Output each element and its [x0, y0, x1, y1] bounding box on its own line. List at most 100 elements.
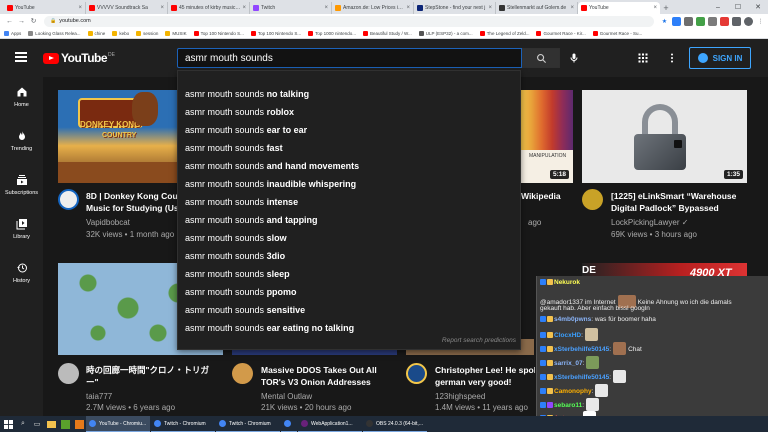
browser-tab[interactable]: 45 minutes of kirby music to × — [168, 2, 250, 14]
bookmark-item[interactable]: ULP (ESP32) - a com... — [418, 30, 473, 36]
search-suggestion-item[interactable]: asmr mouth sounds ppomo — [185, 283, 515, 301]
tab-close-icon[interactable]: × — [653, 5, 657, 11]
task-view-icon[interactable]: ▭ — [30, 416, 44, 432]
extension-icon-5[interactable] — [720, 16, 729, 26]
tab-close-icon[interactable]: × — [488, 5, 492, 11]
bookmark-item[interactable]: Gourmet Race - Kir... — [536, 30, 586, 36]
tab-close-icon[interactable]: × — [406, 5, 410, 11]
sidebar-item-history[interactable]: History — [0, 253, 43, 297]
report-search-predictions-link[interactable]: Report search predictions — [442, 337, 516, 344]
windows-start-icon[interactable] — [0, 416, 16, 432]
menu-dots-icon[interactable]: ⋮ — [756, 17, 765, 26]
extension-icon-2[interactable] — [684, 16, 693, 26]
youtube-logo[interactable]: YouTube DE — [43, 51, 115, 65]
chat-username[interactable]: xSterbehilfe50145 — [554, 346, 609, 353]
search-suggestion-item[interactable]: asmr mouth sounds slow — [185, 229, 515, 247]
chat-username[interactable]: ClocxHD — [554, 332, 581, 339]
search-icon[interactable]: ⌕ — [16, 416, 30, 432]
bookmark-item[interactable]: chine — [87, 30, 105, 36]
search-suggestion-item[interactable]: asmr mouth sounds sensitive — [185, 301, 515, 319]
bookmark-item[interactable]: MUSIK — [165, 30, 187, 36]
new-tab-button[interactable]: + — [660, 2, 672, 14]
browser-tab[interactable]: YouTube × — [4, 2, 86, 14]
video-title[interactable]: Massive DDOS Takes Out All — [261, 364, 377, 376]
channel-name[interactable]: taia777 — [86, 391, 112, 402]
channel-avatar[interactable] — [58, 363, 79, 384]
channel-name[interactable]: 123highspeed — [435, 391, 485, 402]
chat-username[interactable]: Camonophy — [554, 388, 592, 395]
video-thumbnail-1[interactable]: DONKEY KONG COUNTRY — [58, 90, 178, 183]
search-suggestion-item[interactable]: asmr mouth sounds no talking — [185, 85, 515, 103]
taskbar-app-button[interactable]: WebApplication1... — [298, 416, 362, 432]
bookmark-item[interactable]: Top 1000 nintendo... — [308, 30, 356, 36]
channel-avatar[interactable] — [406, 363, 427, 384]
hamburger-menu-icon[interactable] — [15, 52, 27, 62]
search-suggestion-item[interactable]: asmr mouth sounds fast — [185, 139, 515, 157]
back-icon[interactable]: ← — [4, 16, 15, 27]
taskbar-app-button[interactable]: OBS 24.0.3 (64-bit,... — [363, 416, 427, 432]
channel-avatar[interactable] — [582, 189, 603, 210]
video-title[interactable]: Digital Padlock” Bypassed — [611, 202, 719, 214]
sidebar-item-library[interactable]: Library — [0, 209, 43, 253]
search-suggestion-item[interactable]: asmr mouth sounds and tapping — [185, 211, 515, 229]
browser-tab[interactable]: Amazon.de: Low Prices in E × — [332, 2, 414, 14]
video-title[interactable]: TOR's V3 Onion Addresses — [261, 376, 371, 388]
bookmark-item[interactable]: Apps — [4, 30, 21, 36]
app-icon-green[interactable] — [58, 416, 72, 432]
browser-tab[interactable]: Twitch × — [250, 2, 332, 14]
bookmark-item[interactable]: The Legend of Zeld... — [479, 30, 529, 36]
video-title[interactable]: ー" — [86, 376, 99, 388]
bookmark-item[interactable]: kebo — [112, 30, 129, 36]
browser-tab[interactable]: YouTube × — [578, 2, 660, 14]
video-thumbnail-2[interactable]: MANIPULATION 5:18 — [521, 90, 573, 183]
browser-tab[interactable]: Stellenmarkt auf Golem.de × — [496, 2, 578, 14]
star-icon[interactable]: ★ — [660, 17, 669, 26]
chat-username[interactable]: sarrix_07 — [554, 360, 583, 367]
search-suggestion-item[interactable]: asmr mouth sounds roblox — [185, 103, 515, 121]
extension-icon-3[interactable] — [696, 16, 705, 26]
microphone-icon[interactable] — [568, 52, 580, 64]
maximize-icon[interactable]: ☐ — [728, 0, 748, 14]
tab-close-icon[interactable]: × — [570, 5, 574, 11]
video-title[interactable]: 時の回廊一時間"クロノ・トリガ — [86, 364, 226, 376]
profile-icon[interactable] — [744, 16, 753, 26]
channel-name[interactable]: Vapidbobcat — [86, 217, 130, 228]
taskbar-app-button[interactable]: YouTube - Chromiu... — [86, 416, 150, 432]
search-suggestion-item[interactable]: asmr mouth sounds sleep — [185, 265, 515, 283]
search-suggestion-item[interactable]: asmr mouth sounds 3dio — [185, 247, 515, 265]
chat-username[interactable]: Nekurok — [554, 279, 580, 286]
channel-avatar[interactable] — [232, 363, 253, 384]
tab-close-icon[interactable]: × — [324, 5, 328, 11]
browser-tab[interactable]: VVVVV Soundtrack Sa × — [86, 2, 168, 14]
channel-name[interactable]: Mental Outlaw — [261, 391, 312, 402]
search-suggestion-item[interactable]: asmr mouth sounds ear to ear — [185, 121, 515, 139]
sidebar-item-trending[interactable]: Trending — [0, 121, 43, 165]
forward-icon[interactable]: → — [16, 16, 27, 27]
sidebar-item-home[interactable]: Home — [0, 77, 43, 121]
extension-icon-4[interactable] — [708, 16, 717, 26]
tab-close-icon[interactable]: × — [160, 5, 164, 11]
video-title[interactable]: [1225] eLinkSmart “Warehouse — [611, 190, 736, 202]
chat-username[interactable]: xSterbehilfe50145 — [554, 374, 609, 381]
video-title[interactable]: Wikipedia — [521, 190, 561, 202]
search-suggestion-item[interactable]: asmr mouth sounds inaudible whispering — [185, 175, 515, 193]
search-button[interactable] — [522, 48, 560, 68]
bookmark-item[interactable]: Top 100 Nintendo S... — [250, 30, 301, 36]
browser-tab[interactable]: StepStone - find your next j × — [414, 2, 496, 14]
sidebar-item-subscriptions[interactable]: Subscriptions — [0, 165, 43, 209]
chat-username[interactable]: sebaro11 — [554, 402, 582, 409]
bookmark-item[interactable]: Beautiful Study / W... — [362, 30, 412, 36]
reload-icon[interactable]: ↻ — [28, 16, 39, 27]
taskbar-app-button[interactable]: Twitch - Chromium — [151, 416, 215, 432]
video-title[interactable]: Christopher Lee! He spoke — [435, 364, 535, 376]
search-suggestion-item[interactable]: asmr mouth sounds and hand movements — [185, 157, 515, 175]
close-icon[interactable]: ✕ — [748, 0, 768, 14]
app-icon-orange[interactable] — [72, 416, 86, 432]
more-options-icon[interactable] — [666, 52, 678, 64]
search-suggestion-item[interactable]: asmr mouth sounds ear eating no talking — [185, 319, 515, 337]
taskbar-app-button[interactable] — [281, 416, 297, 432]
address-bar[interactable]: 🔒 youtube.com — [44, 15, 654, 27]
minimize-icon[interactable]: – — [708, 0, 728, 14]
search-input[interactable]: asmr mouth sounds — [177, 48, 522, 68]
channel-avatar[interactable] — [58, 189, 79, 210]
